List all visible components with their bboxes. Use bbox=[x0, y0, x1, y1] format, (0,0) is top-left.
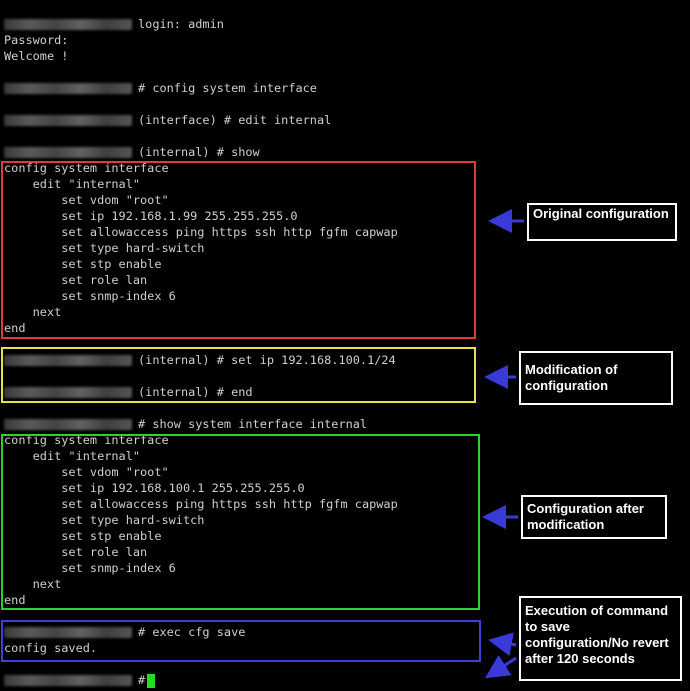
arrow-to-prompt bbox=[484, 655, 517, 679]
annotation-arrows bbox=[482, 209, 524, 679]
arrow-to-save bbox=[488, 632, 517, 657]
